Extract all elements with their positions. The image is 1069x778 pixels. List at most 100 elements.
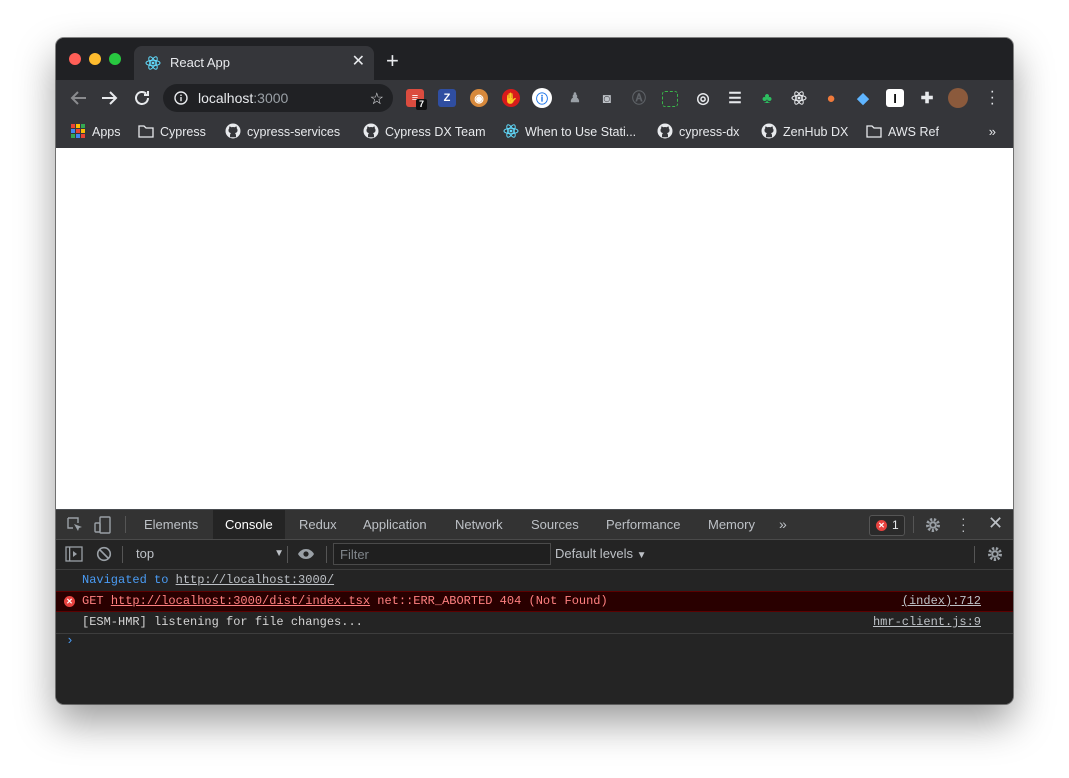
- new-tab-button[interactable]: +: [386, 50, 399, 72]
- error-icon: ✕: [876, 520, 887, 531]
- screenshot-extension-icon[interactable]: [662, 91, 678, 107]
- bookmark-cypress-dx-team[interactable]: Cypress DX Team: [363, 123, 486, 141]
- toolbar-divider: [974, 546, 975, 563]
- page-viewport: [56, 148, 1013, 509]
- error-url-link[interactable]: http://localhost:3000/dist/index.tsx: [111, 594, 370, 608]
- bookmark-when-to-use[interactable]: When to Use Stati...: [503, 123, 636, 141]
- url-host: localhost: [198, 90, 254, 106]
- tab-sources[interactable]: Sources: [519, 510, 591, 539]
- react-devtools-extension-icon[interactable]: [790, 89, 808, 107]
- diamond-extension-icon[interactable]: ◆: [854, 89, 872, 107]
- console-prompt-chevron-icon[interactable]: ›: [66, 633, 74, 648]
- bookmark-cypress-services[interactable]: cypress-services: [225, 123, 340, 141]
- toolbar-divider: [326, 546, 327, 563]
- url-port: :3000: [253, 90, 289, 106]
- bookmark-cypress[interactable]: Cypress: [138, 123, 206, 141]
- error-method: GET: [82, 594, 104, 608]
- context-value: top: [136, 546, 155, 561]
- bookmark-label: cypress-dx: [679, 125, 740, 139]
- chrome-menu-icon[interactable]: · · ·: [990, 84, 995, 112]
- todoist-extension-icon[interactable]: ≡ 7: [406, 89, 428, 110]
- layers-extension-icon[interactable]: ☰: [726, 89, 744, 107]
- context-selector[interactable]: top ▼: [126, 544, 288, 564]
- react-icon: [791, 91, 807, 105]
- url-text: localhost:3000: [198, 90, 288, 106]
- bookmark-label: ZenHub DX: [783, 125, 849, 139]
- bookmark-label: cypress-services: [247, 125, 341, 139]
- devtools-close-icon[interactable]: ✕: [988, 513, 1003, 534]
- forward-arrow-icon[interactable]: [98, 87, 120, 109]
- tab-network[interactable]: Network: [443, 510, 515, 539]
- bookmark-cypress-dx[interactable]: cypress-dx: [657, 123, 739, 141]
- info-source-link[interactable]: hmr-client.js:9: [873, 612, 981, 633]
- pill-extension-icon[interactable]: ●: [822, 89, 840, 107]
- tab-elements[interactable]: Elements: [132, 510, 210, 539]
- extensions-puzzle-icon[interactable]: ✚: [918, 89, 936, 107]
- onepassword-extension-icon[interactable]: ⓘ: [532, 88, 552, 108]
- bookmarks-overflow-icon[interactable]: »: [989, 124, 996, 139]
- console-settings-gear-icon[interactable]: [986, 545, 1004, 563]
- window-maximize-button[interactable]: [109, 53, 121, 65]
- tab-memory[interactable]: Memory: [696, 510, 767, 539]
- clear-console-icon[interactable]: [96, 546, 112, 562]
- console-filter-input[interactable]: [333, 543, 551, 565]
- address-bar[interactable]: localhost:3000 ☆: [163, 84, 393, 112]
- navigated-url-link[interactable]: http://localhost:3000/: [176, 573, 334, 587]
- toolbar-divider: [122, 546, 123, 563]
- evernote-extension-icon[interactable]: ♣: [758, 89, 776, 107]
- bookmark-label: Apps: [92, 125, 121, 139]
- adblock-extension-icon[interactable]: ✋: [502, 89, 520, 107]
- log-text: GET http://localhost:3000/dist/index.tsx…: [82, 592, 608, 611]
- settings-gear-icon[interactable]: [924, 516, 942, 534]
- dropdown-caret-icon: ▼: [636, 550, 647, 561]
- log-levels-label: Default levels: [555, 546, 634, 561]
- bookmark-label: When to Use Stati...: [525, 125, 637, 139]
- apps-grid-icon: [71, 124, 85, 138]
- error-count-badge[interactable]: ✕ 1: [869, 515, 905, 536]
- browser-tab-react-app[interactable]: React App ✕: [134, 46, 374, 80]
- devtools-tabbar: Elements Console Redux Application Netwo…: [56, 510, 1013, 540]
- info-icon[interactable]: [174, 91, 188, 105]
- device-toolbar-icon[interactable]: [94, 516, 112, 534]
- more-tabs-icon[interactable]: »: [779, 516, 787, 532]
- bookmark-apps[interactable]: Apps: [70, 123, 121, 141]
- react-icon: [503, 124, 519, 138]
- tab-console[interactable]: Console: [213, 510, 285, 539]
- tab-application[interactable]: Application: [351, 510, 439, 539]
- folder-icon: [138, 125, 154, 138]
- tab-close-icon[interactable]: ✕: [352, 53, 365, 71]
- bookmark-label: Cypress DX Team: [385, 125, 486, 139]
- show-sidebar-icon[interactable]: [65, 546, 83, 562]
- tab-redux[interactable]: Redux: [287, 510, 349, 539]
- devtools-menu-icon[interactable]: · · ·: [961, 511, 966, 537]
- target-extension-icon[interactable]: ◎: [694, 89, 712, 107]
- toolbar-divider: [913, 516, 914, 533]
- error-source-link[interactable]: (index):712: [902, 592, 981, 611]
- inspect-element-icon[interactable]: [66, 516, 84, 534]
- tab-performance[interactable]: Performance: [594, 510, 692, 539]
- profile-avatar[interactable]: [948, 88, 968, 108]
- console-message-info: [ESM-HMR] listening for file changes... …: [56, 612, 1013, 634]
- bookmark-label: AWS Ref: [888, 125, 939, 139]
- camera-extension-icon[interactable]: ◙: [598, 89, 616, 107]
- browser-toolbar: localhost:3000 ☆ ≡ 7 Z ◉ ✋ ⓘ ♟ ◙ Ⓐ ◎ ☰ ♣ …: [56, 80, 1013, 116]
- zenhub-extension-icon[interactable]: Z: [438, 89, 456, 107]
- instapaper-extension-icon[interactable]: I: [886, 89, 904, 107]
- bookmark-zenhub-dx[interactable]: ZenHub DX: [761, 123, 848, 141]
- window-close-button[interactable]: [69, 53, 81, 65]
- error-count: 1: [892, 518, 899, 532]
- bookmark-star-icon[interactable]: ☆: [370, 89, 384, 109]
- back-arrow-icon[interactable]: [68, 87, 90, 109]
- bookmark-aws-ref[interactable]: AWS Ref: [866, 123, 939, 141]
- log-levels-dropdown[interactable]: Default levels ▼: [555, 544, 647, 566]
- live-expression-eye-icon[interactable]: [297, 548, 315, 560]
- reload-icon[interactable]: [131, 87, 153, 109]
- error-icon: ✕: [64, 596, 75, 607]
- angular-extension-icon[interactable]: Ⓐ: [630, 89, 648, 107]
- owl-extension-icon[interactable]: ◉: [470, 89, 488, 107]
- folder-icon: [866, 125, 882, 138]
- react-icon: [145, 56, 161, 70]
- bookmarks-bar: Apps Cypress cypress-services Cypress DX…: [56, 116, 1013, 148]
- window-minimize-button[interactable]: [89, 53, 101, 65]
- puzzle-ext-icon[interactable]: ♟: [566, 89, 584, 107]
